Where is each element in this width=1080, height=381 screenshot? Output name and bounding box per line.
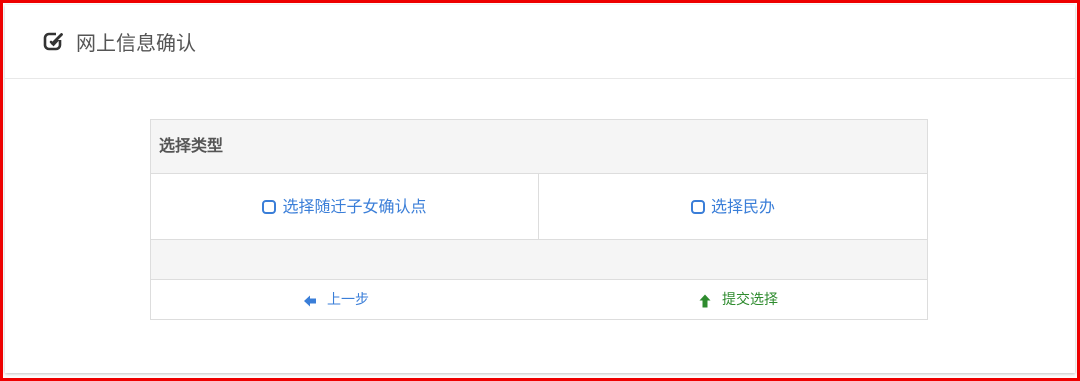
- card-heading-bar: 选择类型: [151, 120, 927, 174]
- option-private[interactable]: 选择民办: [539, 174, 927, 239]
- arrow-up-icon: [698, 293, 712, 307]
- spacer-row: [151, 240, 927, 280]
- prev-step-button[interactable]: 上一步: [303, 280, 369, 319]
- submit-selection-label[interactable]: 提交选择: [722, 291, 778, 309]
- select-type-card: 选择类型 选择随迁子女确认点 选择民办 上一步 提交选择: [150, 119, 928, 320]
- checkbox-unchecked-icon[interactable]: [262, 199, 277, 214]
- page-title: 网上信息确认: [76, 31, 196, 55]
- option-migrant-children-checkpoint[interactable]: 选择随迁子女确认点: [151, 174, 539, 239]
- card-heading: 选择类型: [159, 136, 224, 155]
- prev-step-label[interactable]: 上一步: [327, 291, 369, 309]
- option-label[interactable]: 选择随迁子女确认点: [282, 197, 426, 217]
- checkbox-unchecked-icon[interactable]: [690, 199, 705, 214]
- submit-selection-button[interactable]: 提交选择: [698, 280, 778, 319]
- arrow-left-icon: [303, 293, 317, 307]
- edit-square-icon: [43, 31, 65, 53]
- actions-row: 上一步 提交选择: [151, 280, 927, 319]
- option-label[interactable]: 选择民办: [711, 197, 775, 217]
- options-row: 选择随迁子女确认点 选择民办: [151, 174, 927, 240]
- panel-header: 网上信息确认: [5, 5, 1075, 79]
- confirmation-panel: 网上信息确认 选择类型 选择随迁子女确认点 选择民办 上一步 提交选择: [5, 5, 1075, 373]
